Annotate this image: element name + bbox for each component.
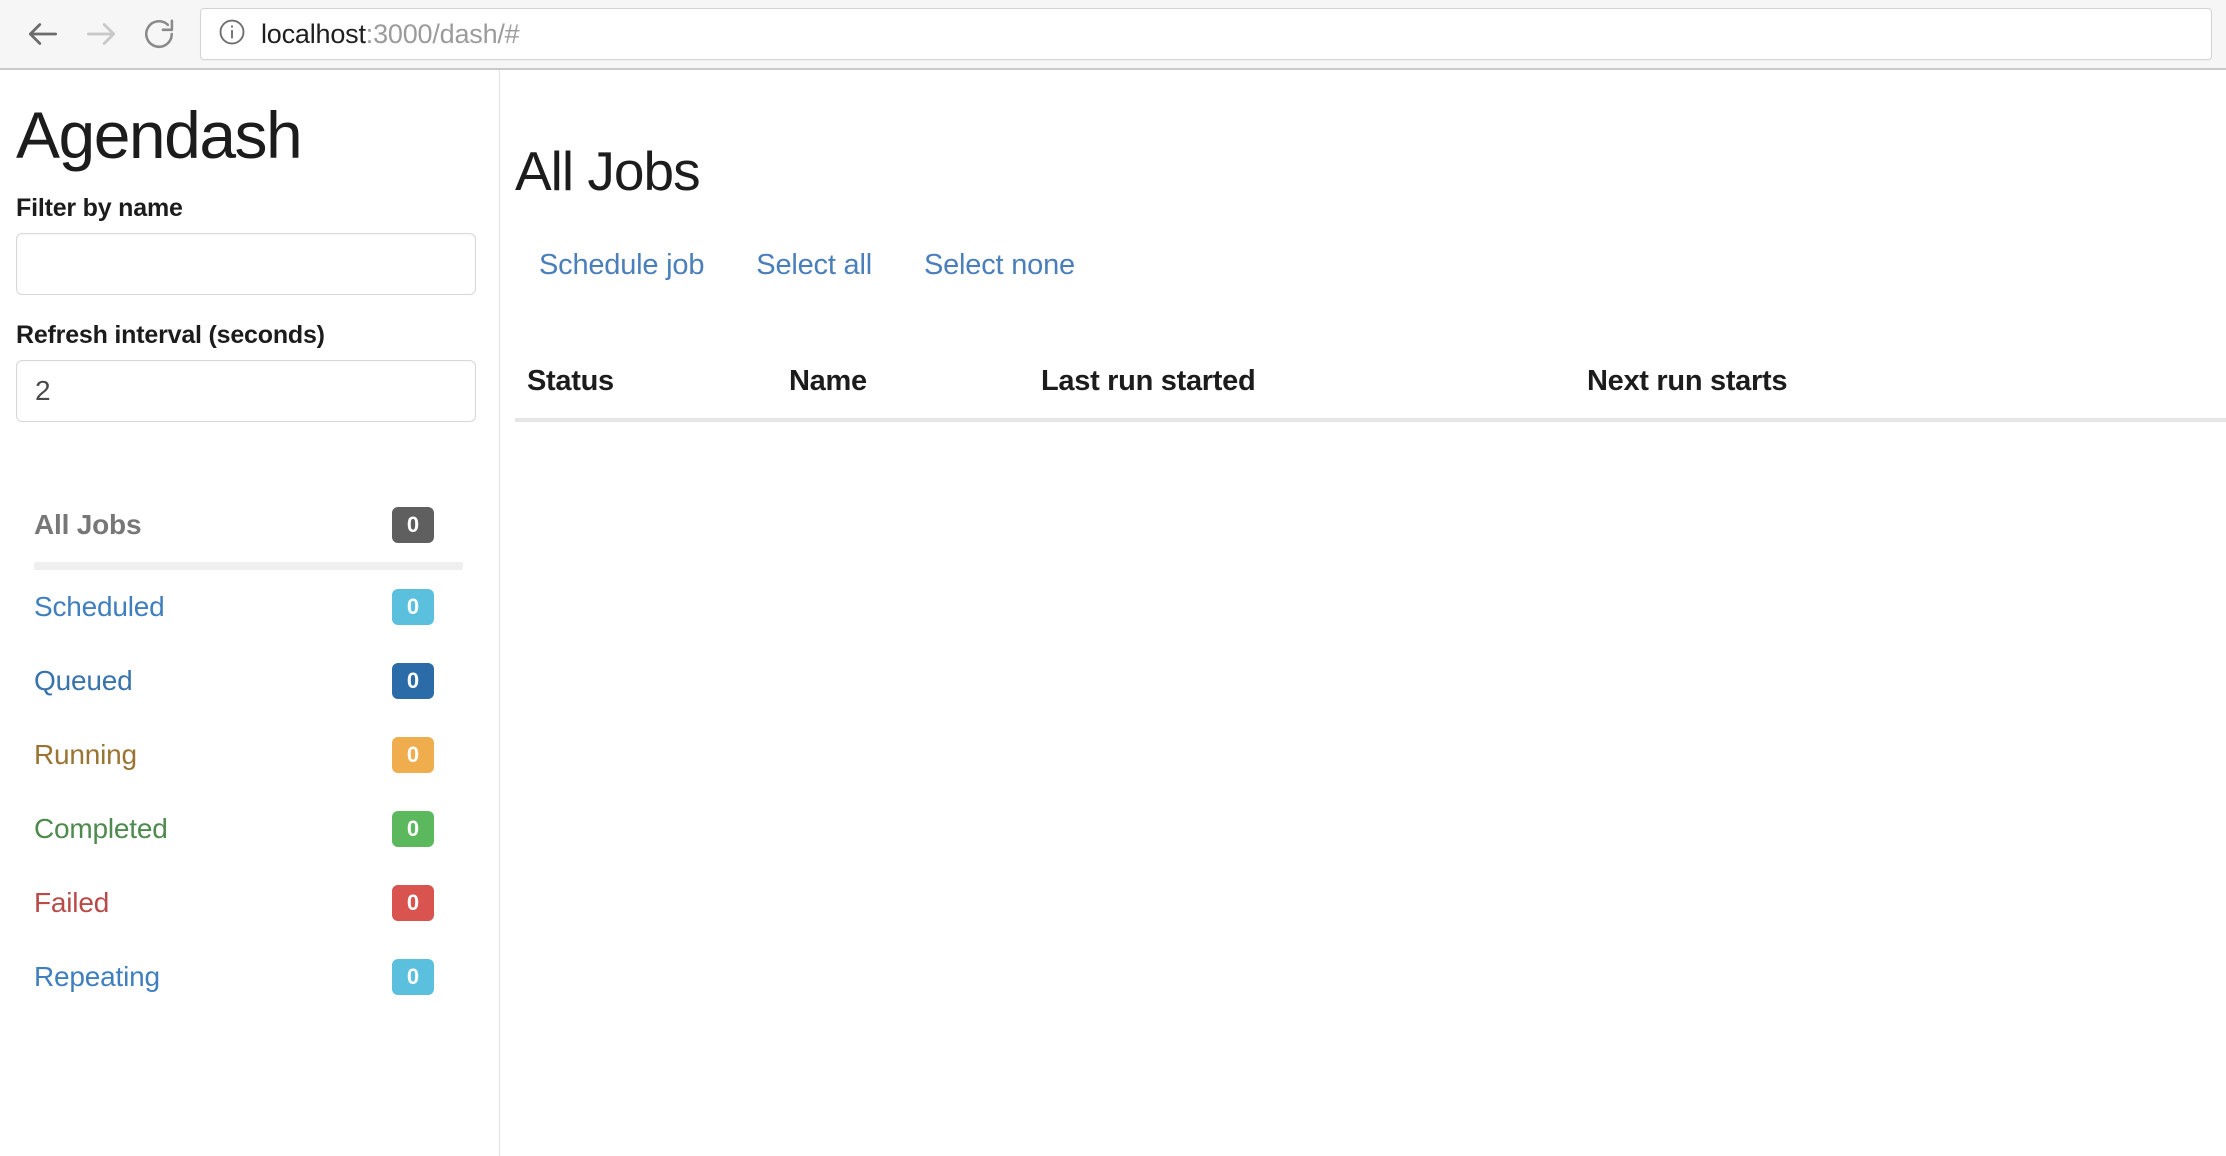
column-header-last-run-started[interactable]: Last run started: [1041, 365, 1587, 398]
reload-button[interactable]: [130, 5, 188, 63]
page-title: Agendash: [16, 98, 303, 172]
browser-toolbar: localhost:3000/dash/#: [0, 0, 2226, 70]
page-body: Agendash Filter by name Refresh interval…: [0, 70, 2226, 1156]
refresh-interval-label: Refresh interval (seconds): [16, 321, 325, 349]
select-all-link[interactable]: Select all: [752, 243, 876, 288]
sidebar-item-running[interactable]: Running 0: [16, 718, 481, 792]
column-header-next-run-starts[interactable]: Next run starts: [1587, 365, 2147, 398]
main-content: All Jobs Schedule job Select all Select …: [501, 70, 2226, 1156]
url-host: localhost: [261, 18, 366, 49]
status-badge: 0: [392, 737, 434, 773]
sidebar-item-label: Running: [34, 739, 137, 770]
status-badge: 0: [392, 959, 434, 995]
sidebar-item-repeating[interactable]: Repeating 0: [16, 940, 481, 1014]
sidebar-item-label: All Jobs: [34, 509, 142, 540]
info-circle-icon[interactable]: [217, 17, 247, 52]
sidebar-item-label: Failed: [34, 887, 110, 918]
sidebar-nav: All Jobs 0 Scheduled 0 Queued 0 Running …: [16, 488, 481, 1014]
sidebar-item-scheduled[interactable]: Scheduled 0: [16, 570, 481, 644]
status-badge: 0: [392, 885, 434, 921]
arrow-right-icon: [82, 15, 120, 53]
column-header-name[interactable]: Name: [789, 365, 1041, 398]
sidebar-item-queued[interactable]: Queued 0: [16, 644, 481, 718]
reload-icon: [141, 16, 177, 52]
sidebar: Agendash Filter by name Refresh interval…: [0, 70, 500, 1156]
sidebar-item-label: Scheduled: [34, 591, 165, 622]
sidebar-item-label: Repeating: [34, 961, 160, 992]
column-header-status[interactable]: Status: [527, 365, 789, 398]
status-badge: 0: [392, 663, 434, 699]
sidebar-item-label: Queued: [34, 665, 133, 696]
schedule-job-link[interactable]: Schedule job: [535, 243, 708, 288]
filter-by-name-input[interactable]: [16, 233, 476, 295]
nav-divider: [34, 562, 463, 570]
jobs-table: Status Name Last run started Next run st…: [515, 342, 2226, 422]
sidebar-item-failed[interactable]: Failed 0: [16, 866, 481, 940]
table-header-divider: [515, 418, 2226, 422]
url-path: :3000/dash/#: [365, 18, 520, 49]
address-bar[interactable]: localhost:3000/dash/#: [200, 8, 2212, 60]
status-badge: 0: [392, 507, 434, 543]
url-text: localhost:3000/dash/#: [261, 19, 520, 50]
forward-button[interactable]: [72, 5, 130, 63]
main-heading: All Jobs: [515, 140, 701, 202]
arrow-left-icon: [24, 15, 62, 53]
action-links-bar: Schedule job Select all Select none: [515, 243, 2226, 288]
back-button[interactable]: [14, 5, 72, 63]
sidebar-item-label: Completed: [34, 813, 168, 844]
refresh-interval-input[interactable]: [16, 360, 476, 422]
sidebar-item-all-jobs[interactable]: All Jobs 0: [16, 488, 481, 562]
sidebar-item-completed[interactable]: Completed 0: [16, 792, 481, 866]
status-badge: 0: [392, 589, 434, 625]
table-header-row: Status Name Last run started Next run st…: [515, 342, 2226, 398]
status-badge: 0: [392, 811, 434, 847]
filter-by-name-label: Filter by name: [16, 194, 183, 222]
select-none-link[interactable]: Select none: [920, 243, 1079, 288]
